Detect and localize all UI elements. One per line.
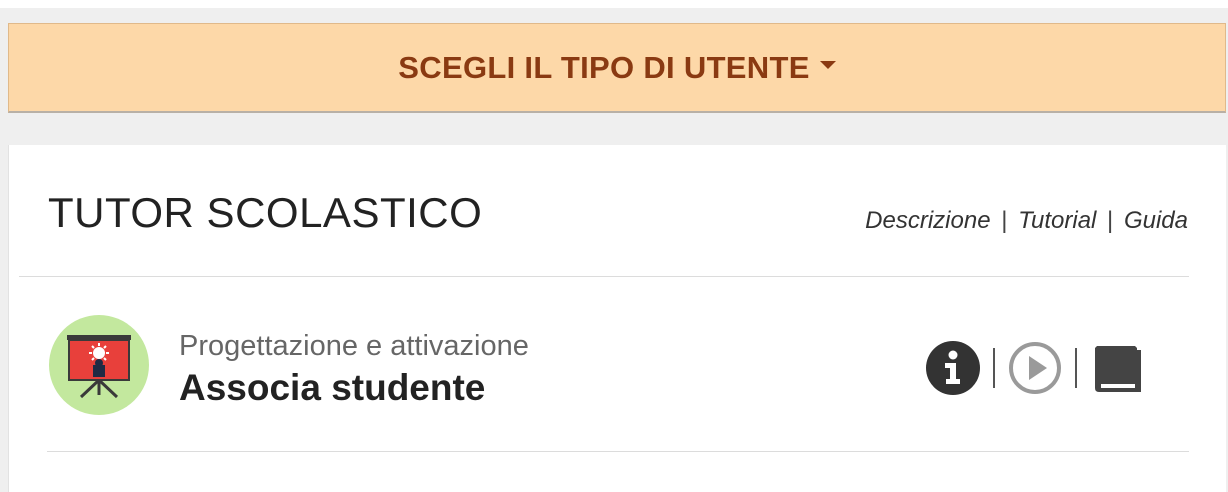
divider (47, 451, 1189, 452)
info-icon[interactable] (925, 340, 981, 396)
link-descrizione[interactable]: Descrizione (865, 207, 990, 234)
feature-title: Associa studente (179, 367, 486, 408)
action-separator (993, 348, 995, 388)
caret-down-icon (819, 60, 836, 69)
link-tutorial[interactable]: Tutorial (1018, 207, 1096, 234)
link-separator: | (1107, 207, 1114, 234)
book-icon[interactable] (1089, 340, 1145, 396)
section-links: Descrizione | Tutorial | Guida (865, 207, 1188, 235)
role-card: TUTOR SCOLASTICO Descrizione | Tutorial … (8, 145, 1226, 492)
link-separator: | (1001, 207, 1008, 234)
user-type-dropdown-label: SCEGLI IL TIPO DI UTENTE (398, 49, 810, 85)
divider (19, 276, 1189, 277)
feature-subtitle: Progettazione e attivazione (179, 330, 529, 362)
link-guida[interactable]: Guida (1124, 207, 1188, 234)
action-separator (1075, 348, 1077, 388)
play-icon[interactable] (1007, 340, 1063, 396)
section-title: TUTOR SCOLASTICO (48, 189, 483, 236)
top-strip (0, 0, 1228, 8)
presentation-board-icon (49, 315, 149, 415)
feature-actions (925, 340, 1145, 396)
user-type-dropdown[interactable]: SCEGLI IL TIPO DI UTENTE (8, 23, 1226, 113)
